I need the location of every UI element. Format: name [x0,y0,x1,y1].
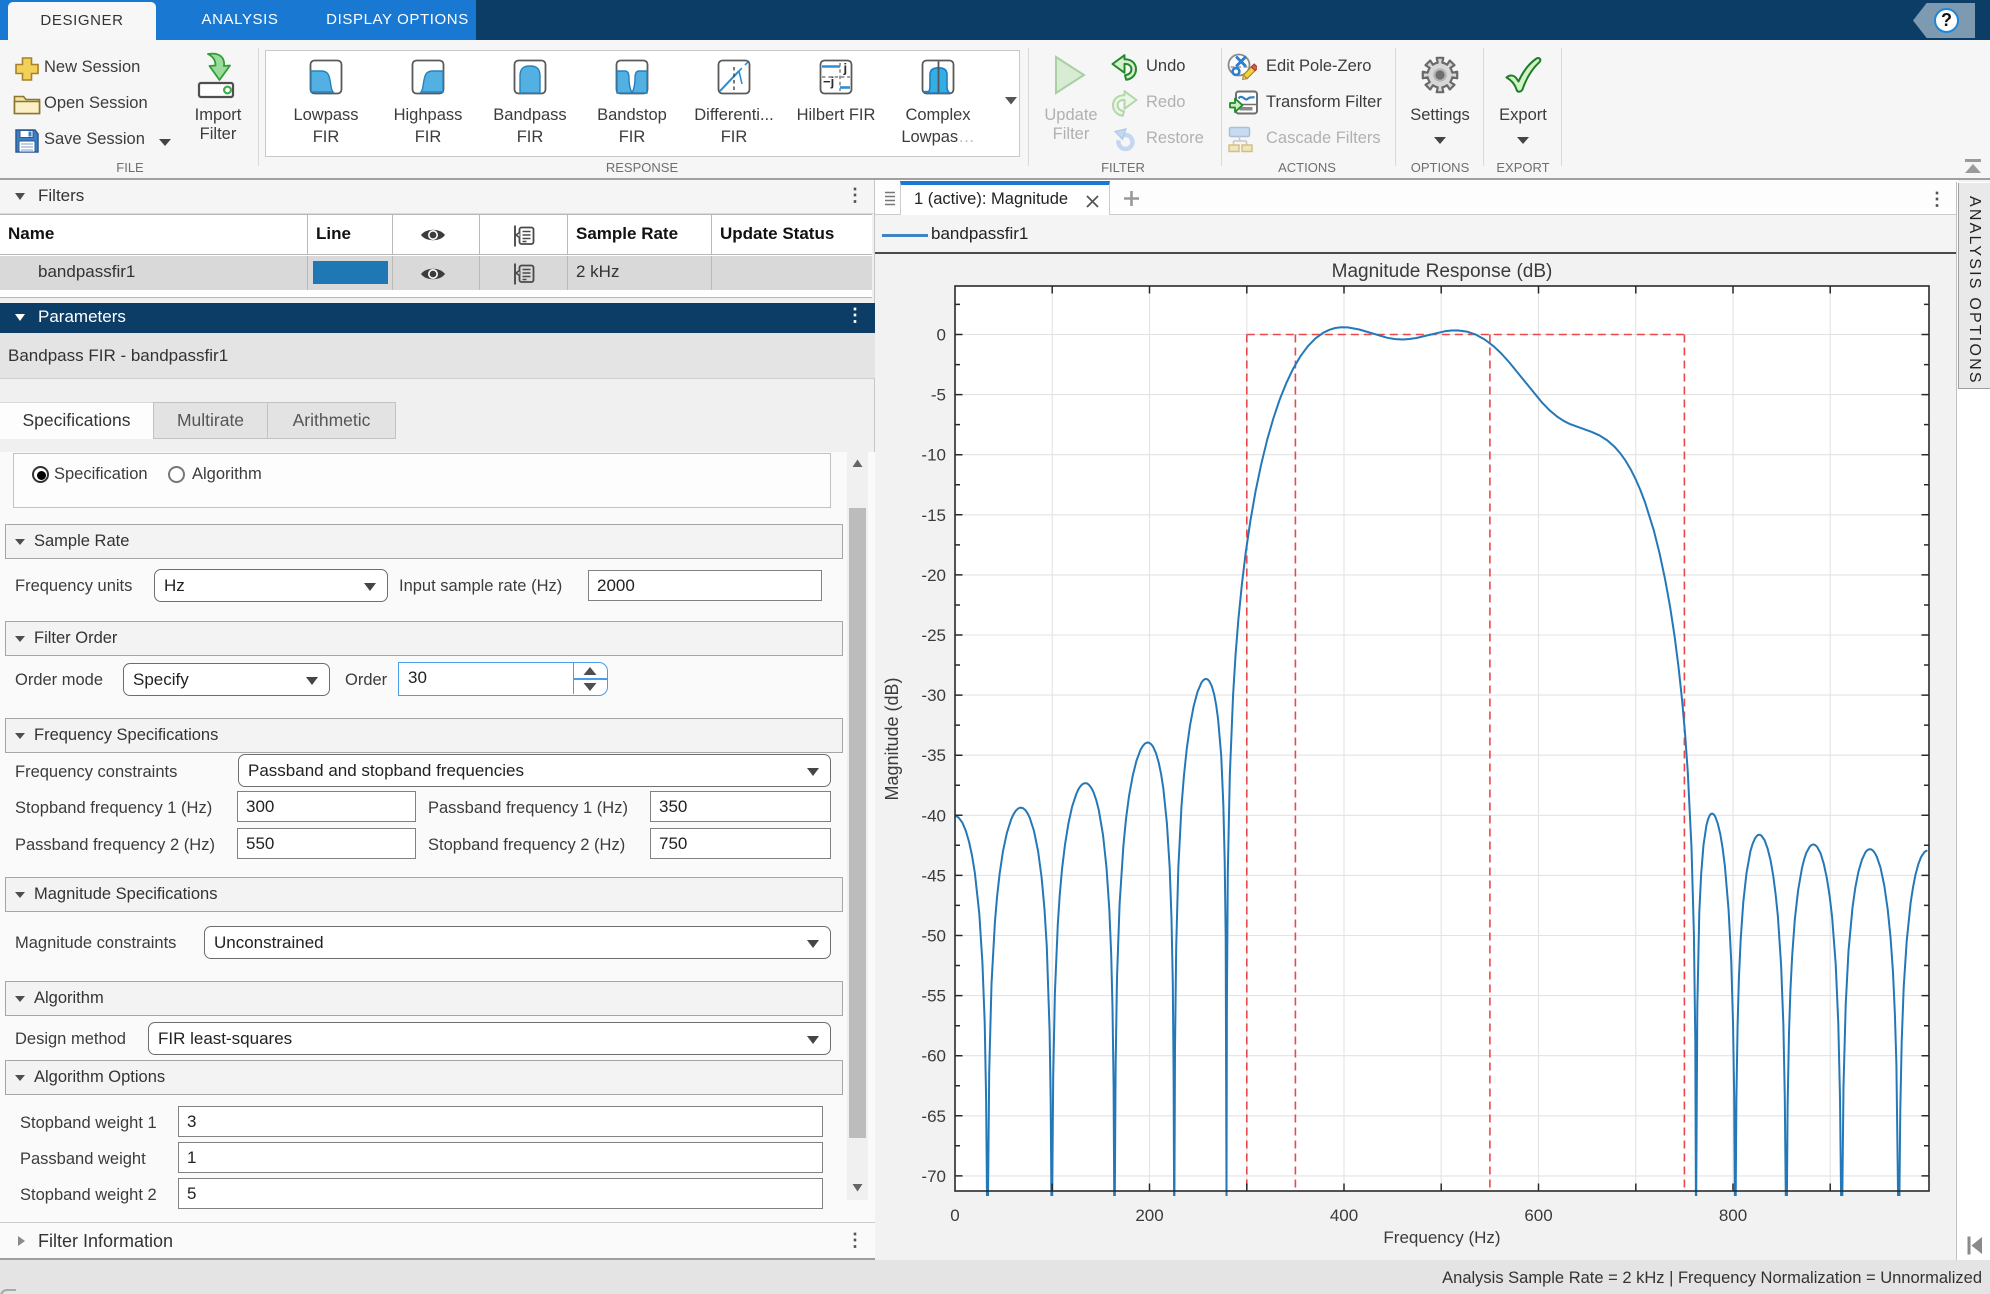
svg-text:-70: -70 [921,1167,946,1186]
svg-text:-30: -30 [921,686,946,705]
svg-text:-65: -65 [921,1107,946,1126]
svg-text:-60: -60 [921,1047,946,1066]
svg-text:−j: −j [823,74,834,89]
svg-text:600: 600 [1524,1206,1552,1225]
svg-text:-5: -5 [931,386,946,405]
svg-text:-40: -40 [921,806,946,825]
svg-text:-55: -55 [921,987,946,1006]
svg-text:-35: -35 [921,746,946,765]
svg-text:Magnitude Response (dB): Magnitude Response (dB) [1332,261,1553,282]
svg-text:0: 0 [937,326,946,345]
svg-text:-10: -10 [921,446,946,465]
svg-text:200: 200 [1135,1206,1163,1225]
svg-text:-25: -25 [921,626,946,645]
svg-text:Magnitude (dB): Magnitude (dB) [882,677,902,800]
svg-text:j: j [843,61,848,76]
svg-text:-45: -45 [921,866,946,885]
svg-text:-15: -15 [921,506,946,525]
svg-text:0: 0 [950,1206,959,1225]
svg-text:Frequency (Hz): Frequency (Hz) [1383,1228,1500,1247]
svg-text:400: 400 [1330,1206,1358,1225]
svg-text:-50: -50 [921,927,946,946]
svg-text:-20: -20 [921,566,946,585]
svg-text:800: 800 [1719,1206,1747,1225]
